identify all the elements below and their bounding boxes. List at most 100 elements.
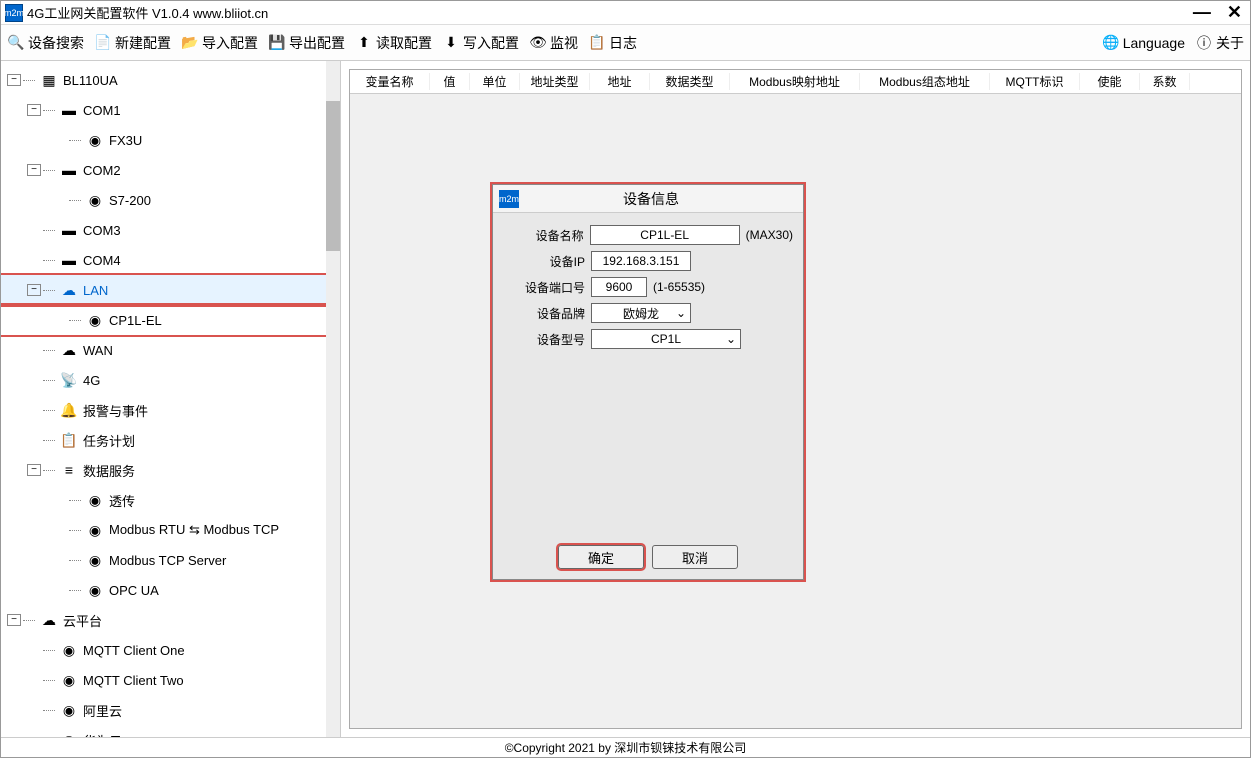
new-config-button[interactable]: 📄新建配置 <box>94 33 171 53</box>
gateway-icon: ▦ <box>39 72 59 88</box>
database-icon: ≡ <box>59 462 79 478</box>
tree-com1[interactable]: −▬COM1 <box>1 95 340 125</box>
write-config-button[interactable]: ⬇写入配置 <box>442 33 519 53</box>
tree-mqtt2[interactable]: ◉MQTT Client Two <box>1 665 340 695</box>
device-icon: ◉ <box>85 552 105 568</box>
col-addrtype[interactable]: 地址类型 <box>520 73 590 90</box>
lan-icon: ☁ <box>59 282 79 298</box>
device-name-input[interactable] <box>590 225 740 245</box>
tree-opcua[interactable]: ◉OPC UA <box>1 575 340 605</box>
tree-huawei[interactable]: ◉华为云 <box>1 725 340 737</box>
tree-scrollbar[interactable] <box>326 61 340 737</box>
col-datatype[interactable]: 数据类型 <box>650 73 730 90</box>
log-icon: 📋 <box>588 34 606 52</box>
device-model-label: 设备型号 <box>503 331 585 348</box>
cancel-button[interactable]: 取消 <box>652 545 738 569</box>
col-enable[interactable]: 使能 <box>1080 73 1140 90</box>
device-icon: ◉ <box>85 312 105 328</box>
device-name-label: 设备名称 <box>503 227 584 244</box>
device-info-dialog: m2m 设备信息 设备名称 (MAX30) 设备IP <box>490 182 806 582</box>
device-name-hint: (MAX30) <box>746 228 793 242</box>
dialog-title-text: 设备信息 <box>525 189 797 209</box>
col-coef[interactable]: 系数 <box>1140 73 1190 90</box>
minimize-button[interactable]: — <box>1189 2 1215 23</box>
search-icon: 🔍 <box>7 34 25 52</box>
tree-dataservice[interactable]: −≡数据服务 <box>1 455 340 485</box>
monitor-button[interactable]: 👁监视 <box>529 33 578 53</box>
port-icon: ▬ <box>59 102 79 118</box>
info-icon: ⓘ <box>1195 34 1213 52</box>
cloud-icon: ☁ <box>39 612 59 628</box>
monitor-icon: 👁 <box>529 34 547 52</box>
col-unit[interactable]: 单位 <box>470 73 520 90</box>
col-varname[interactable]: 变量名称 <box>350 73 430 90</box>
clipboard-icon: 📋 <box>59 432 79 448</box>
toolbar: 🔍设备搜索 📄新建配置 📂导入配置 💾导出配置 ⬆读取配置 ⬇写入配置 👁监视 … <box>1 25 1250 61</box>
close-button[interactable]: ✕ <box>1223 2 1246 23</box>
import-config-button[interactable]: 📂导入配置 <box>181 33 258 53</box>
app-title: 4G工业网关配置软件 V1.0.4 www.bliiot.cn <box>27 3 1189 22</box>
tree-4g[interactable]: 📡4G <box>1 365 340 395</box>
tree-com2[interactable]: −▬COM2 <box>1 155 340 185</box>
device-icon: ◉ <box>59 642 79 658</box>
language-button[interactable]: 🌐Language <box>1102 34 1185 52</box>
device-port-hint: (1-65535) <box>653 280 705 294</box>
device-icon: ◉ <box>85 522 105 538</box>
tree-s7200[interactable]: ◉S7-200 <box>1 185 340 215</box>
bell-icon: 🔔 <box>59 402 79 418</box>
col-mqtt[interactable]: MQTT标识 <box>990 73 1080 90</box>
device-icon: ◉ <box>85 192 105 208</box>
tree-cp1lel[interactable]: ◉CP1L-EL <box>1 305 340 335</box>
device-port-input[interactable] <box>591 277 647 297</box>
device-ip-input[interactable] <box>591 251 691 271</box>
tree-task[interactable]: 📋任务计划 <box>1 425 340 455</box>
port-icon: ▬ <box>59 222 79 238</box>
device-icon: ◉ <box>85 582 105 598</box>
col-modbusmap[interactable]: Modbus映射地址 <box>730 73 860 90</box>
antenna-icon: 📡 <box>59 372 79 388</box>
tree-modbus-rtu[interactable]: ◉Modbus RTU ⇆ Modbus TCP <box>1 515 340 545</box>
tree-alarm[interactable]: 🔔报警与事件 <box>1 395 340 425</box>
tree-passthrough[interactable]: ◉透传 <box>1 485 340 515</box>
device-port-label: 设备端口号 <box>503 279 585 296</box>
tree-aliyun[interactable]: ◉阿里云 <box>1 695 340 725</box>
tree-fx3u[interactable]: ◉FX3U <box>1 125 340 155</box>
export-config-button[interactable]: 💾导出配置 <box>268 33 345 53</box>
upload-icon: ⬆ <box>355 34 373 52</box>
dialog-icon: m2m <box>499 190 519 208</box>
variable-table-header: 变量名称 值 单位 地址类型 地址 数据类型 Modbus映射地址 Modbus… <box>350 70 1241 94</box>
read-config-button[interactable]: ⬆读取配置 <box>355 33 432 53</box>
tree-com4[interactable]: ▬COM4 <box>1 245 340 275</box>
titlebar: m2m 4G工业网关配置软件 V1.0.4 www.bliiot.cn — ✕ <box>1 1 1250 25</box>
tree-modbus-tcp[interactable]: ◉Modbus TCP Server <box>1 545 340 575</box>
tree-mqtt1[interactable]: ◉MQTT Client One <box>1 635 340 665</box>
language-icon: 🌐 <box>1102 34 1120 52</box>
device-ip-label: 设备IP <box>503 253 585 270</box>
wan-icon: ☁ <box>59 342 79 358</box>
tree-wan[interactable]: ☁WAN <box>1 335 340 365</box>
download-icon: ⬇ <box>442 34 460 52</box>
search-button[interactable]: 🔍设备搜索 <box>7 33 84 53</box>
log-button[interactable]: 📋日志 <box>588 33 637 53</box>
statusbar: ©Copyright 2021 by 深圳市钡铼技术有限公司 <box>1 737 1250 757</box>
save-icon: 💾 <box>268 34 286 52</box>
port-icon: ▬ <box>59 252 79 268</box>
device-icon: ◉ <box>85 132 105 148</box>
tree-lan[interactable]: −☁LAN <box>1 275 340 305</box>
col-addr[interactable]: 地址 <box>590 73 650 90</box>
tree-root[interactable]: −▦BL110UA <box>1 65 340 95</box>
device-icon: ◉ <box>59 702 79 718</box>
about-button[interactable]: ⓘ关于 <box>1195 33 1244 53</box>
tree-cloud[interactable]: −☁云平台 <box>1 605 340 635</box>
device-model-select[interactable]: CP1L <box>591 329 741 349</box>
device-icon: ◉ <box>85 492 105 508</box>
device-icon: ◉ <box>59 672 79 688</box>
device-brand-label: 设备品牌 <box>503 305 585 322</box>
col-modbusgrp[interactable]: Modbus组态地址 <box>860 73 990 90</box>
device-brand-select[interactable]: 欧姆龙 <box>591 303 691 323</box>
tree-com3[interactable]: ▬COM3 <box>1 215 340 245</box>
folder-open-icon: 📂 <box>181 34 199 52</box>
ok-button[interactable]: 确定 <box>558 545 644 569</box>
col-value[interactable]: 值 <box>430 73 470 90</box>
new-icon: 📄 <box>94 34 112 52</box>
